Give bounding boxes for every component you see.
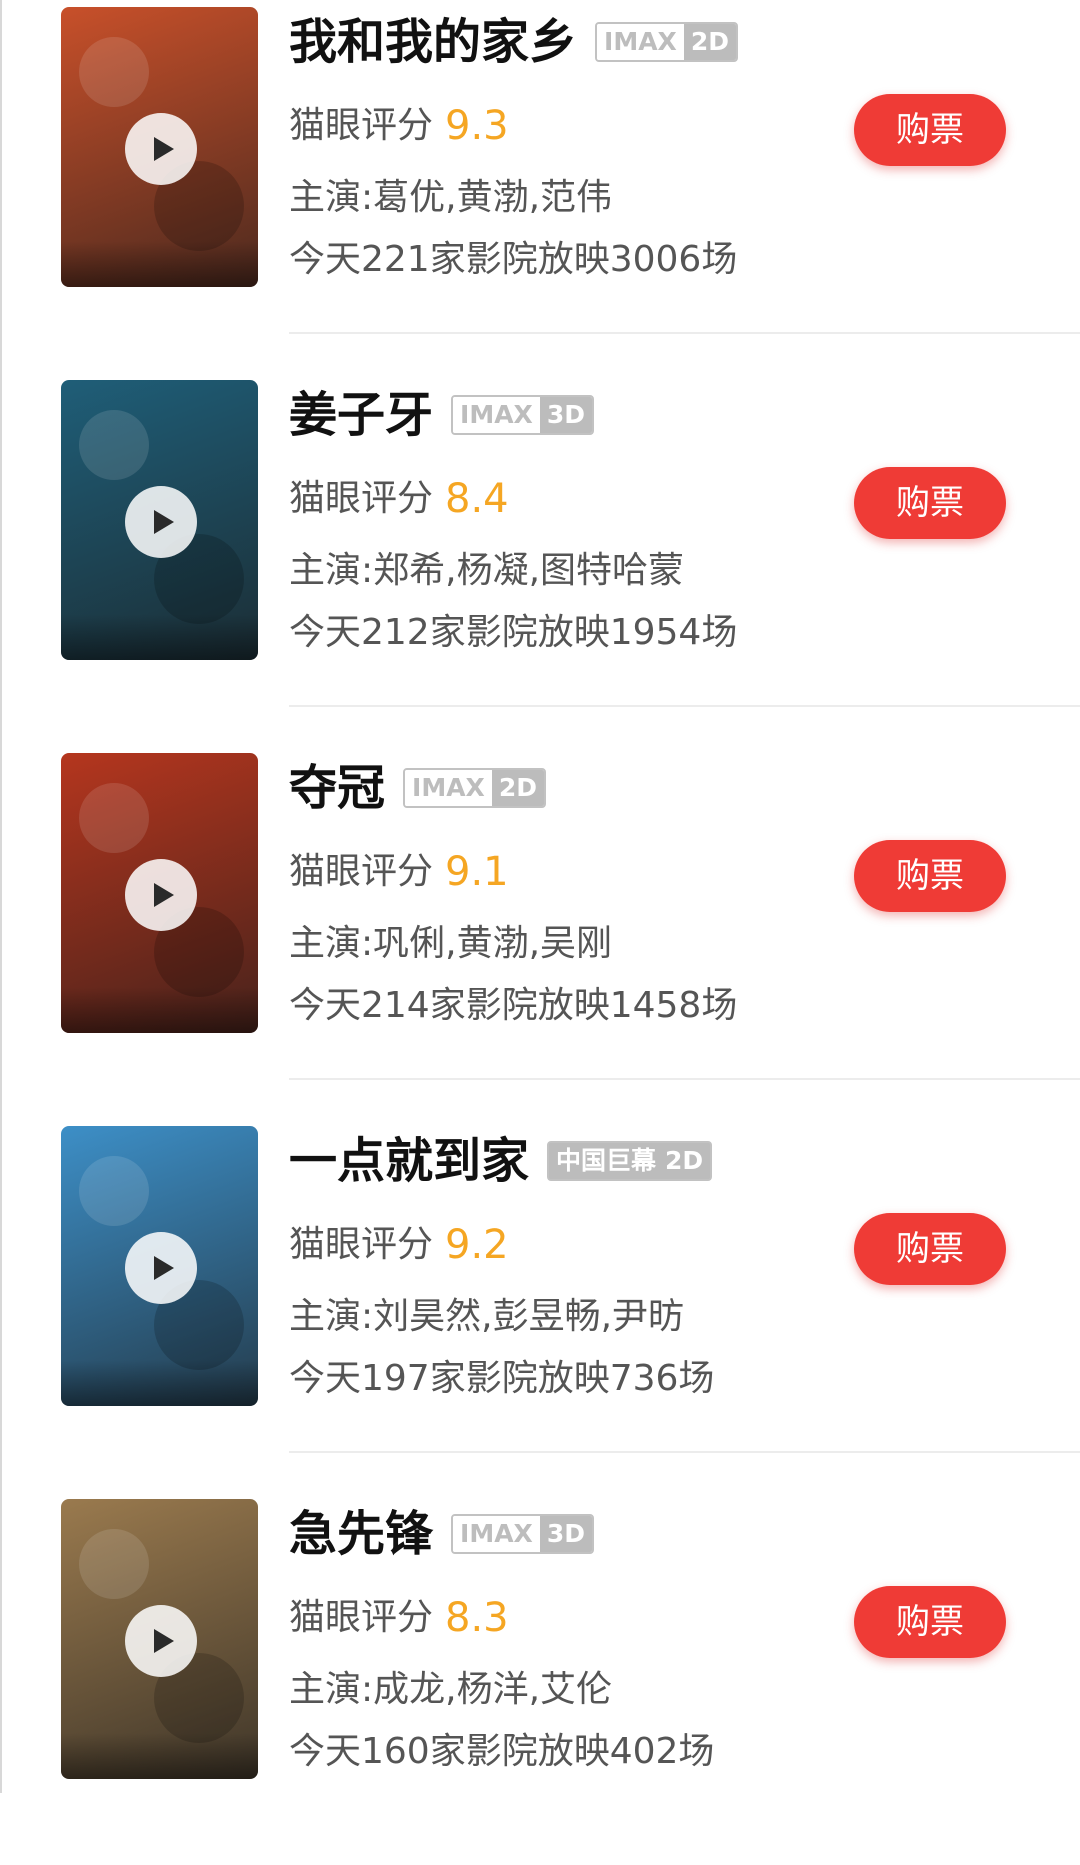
poster-decoration bbox=[79, 410, 149, 480]
format-badge-screen: IMAX bbox=[405, 770, 492, 806]
format-badge: IMAX 3D bbox=[451, 1514, 594, 1554]
format-badge-screen: 中国巨幕 bbox=[549, 1143, 664, 1179]
format-badge-dimension: 3D bbox=[539, 397, 592, 433]
title-row: 一点就到家 中国巨幕 2D bbox=[289, 1133, 713, 1189]
divider bbox=[289, 705, 1080, 707]
buy-ticket-button[interactable]: 购票 bbox=[854, 840, 1006, 912]
showing-text: 今天197家影院放映736场 bbox=[289, 1358, 715, 1399]
format-badge: IMAX 2D bbox=[595, 22, 738, 62]
play-icon[interactable] bbox=[125, 486, 197, 558]
play-triangle-icon bbox=[154, 510, 174, 534]
cast-text: 主演:葛优,黄渤,范伟 bbox=[289, 177, 613, 218]
format-badge-screen: IMAX bbox=[597, 24, 684, 60]
divider bbox=[289, 1078, 1080, 1080]
movie-title: 夺冠 bbox=[289, 760, 386, 816]
score-value: 8.4 bbox=[445, 476, 509, 522]
cast-text: 主演:成龙,杨洋,艾伦 bbox=[289, 1669, 613, 1710]
movie-title: 一点就到家 bbox=[289, 1133, 530, 1189]
format-badge-screen: IMAX bbox=[453, 397, 540, 433]
score-label: 猫眼评分 bbox=[289, 478, 434, 519]
poster-decoration bbox=[61, 614, 258, 660]
movie-poster[interactable] bbox=[61, 1126, 258, 1406]
buy-ticket-button[interactable]: 购票 bbox=[854, 94, 1006, 166]
format-badge: IMAX 3D bbox=[451, 395, 594, 435]
score-value: 9.2 bbox=[445, 1222, 509, 1268]
divider bbox=[289, 332, 1080, 334]
format-badge-dimension: 3D bbox=[539, 1516, 592, 1552]
format-badge-screen: IMAX bbox=[453, 1516, 540, 1552]
movie-title: 急先锋 bbox=[289, 1506, 434, 1562]
poster-decoration bbox=[61, 987, 258, 1033]
format-badge-dimension: 2D bbox=[683, 24, 736, 60]
format-badge-dimension: 2D bbox=[663, 1143, 711, 1179]
buy-ticket-button[interactable]: 购票 bbox=[854, 467, 1006, 539]
showing-text: 今天221家影院放映3006场 bbox=[289, 239, 738, 280]
title-row: 夺冠 IMAX 2D bbox=[289, 760, 546, 816]
poster-decoration bbox=[61, 241, 258, 287]
poster-decoration bbox=[79, 1529, 149, 1599]
movie-item[interactable]: 我和我的家乡 IMAX 2D 猫眼评分 9.3 主演:葛优,黄渤,范伟 今天22… bbox=[0, 0, 1080, 373]
poster-decoration bbox=[79, 37, 149, 107]
play-icon[interactable] bbox=[125, 859, 197, 931]
format-badge: IMAX 2D bbox=[403, 768, 546, 808]
showing-text: 今天214家影院放映1458场 bbox=[289, 985, 738, 1026]
format-badge-dimension: 2D bbox=[491, 770, 544, 806]
score-label: 猫眼评分 bbox=[289, 105, 434, 146]
cast-text: 主演:郑希,杨凝,图特哈蒙 bbox=[289, 550, 685, 591]
movie-poster[interactable] bbox=[61, 380, 258, 660]
score-value: 9.1 bbox=[445, 849, 509, 895]
movie-item[interactable]: 一点就到家 中国巨幕 2D 猫眼评分 9.2 主演:刘昊然,彭昱畅,尹昉 今天1… bbox=[0, 1119, 1080, 1492]
format-badge: 中国巨幕 2D bbox=[547, 1141, 713, 1181]
title-row: 急先锋 IMAX 3D bbox=[289, 1506, 594, 1562]
play-triangle-icon bbox=[154, 1629, 174, 1653]
play-icon[interactable] bbox=[125, 1605, 197, 1677]
play-icon[interactable] bbox=[125, 113, 197, 185]
play-icon[interactable] bbox=[125, 1232, 197, 1304]
score-row: 猫眼评分 9.1 bbox=[289, 846, 509, 898]
movie-title: 姜子牙 bbox=[289, 387, 434, 443]
movie-poster[interactable] bbox=[61, 1499, 258, 1779]
score-label: 猫眼评分 bbox=[289, 1224, 434, 1265]
poster-decoration bbox=[61, 1733, 258, 1779]
score-row: 猫眼评分 8.3 bbox=[289, 1592, 509, 1644]
showing-text: 今天212家影院放映1954场 bbox=[289, 612, 738, 653]
movie-title: 我和我的家乡 bbox=[289, 14, 578, 70]
movie-item[interactable]: 夺冠 IMAX 2D 猫眼评分 9.1 主演:巩俐,黄渤,吴刚 今天214家影院… bbox=[0, 746, 1080, 1119]
movie-poster[interactable] bbox=[61, 753, 258, 1033]
movie-list: 我和我的家乡 IMAX 2D 猫眼评分 9.3 主演:葛优,黄渤,范伟 今天22… bbox=[0, 0, 1080, 1865]
buy-ticket-button[interactable]: 购票 bbox=[854, 1213, 1006, 1285]
cast-text: 主演:刘昊然,彭昱畅,尹昉 bbox=[289, 1296, 685, 1337]
movie-item[interactable]: 急先锋 IMAX 3D 猫眼评分 8.3 主演:成龙,杨洋,艾伦 今天160家影… bbox=[0, 1492, 1080, 1865]
movie-item[interactable]: 姜子牙 IMAX 3D 猫眼评分 8.4 主演:郑希,杨凝,图特哈蒙 今天212… bbox=[0, 373, 1080, 746]
showing-text: 今天160家影院放映402场 bbox=[289, 1731, 715, 1772]
score-row: 猫眼评分 9.3 bbox=[289, 100, 509, 152]
divider bbox=[289, 1451, 1080, 1453]
play-triangle-icon bbox=[154, 883, 174, 907]
poster-decoration bbox=[79, 1156, 149, 1226]
score-value: 9.3 bbox=[445, 103, 509, 149]
title-row: 姜子牙 IMAX 3D bbox=[289, 387, 594, 443]
score-value: 8.3 bbox=[445, 1595, 509, 1641]
movie-poster[interactable] bbox=[61, 7, 258, 287]
cast-text: 主演:巩俐,黄渤,吴刚 bbox=[289, 923, 613, 964]
score-row: 猫眼评分 9.2 bbox=[289, 1219, 509, 1271]
poster-decoration bbox=[79, 783, 149, 853]
play-triangle-icon bbox=[154, 1256, 174, 1280]
poster-decoration bbox=[61, 1360, 258, 1406]
score-row: 猫眼评分 8.4 bbox=[289, 473, 509, 525]
title-row: 我和我的家乡 IMAX 2D bbox=[289, 14, 738, 70]
score-label: 猫眼评分 bbox=[289, 851, 434, 892]
buy-ticket-button[interactable]: 购票 bbox=[854, 1586, 1006, 1658]
play-triangle-icon bbox=[154, 137, 174, 161]
score-label: 猫眼评分 bbox=[289, 1597, 434, 1638]
